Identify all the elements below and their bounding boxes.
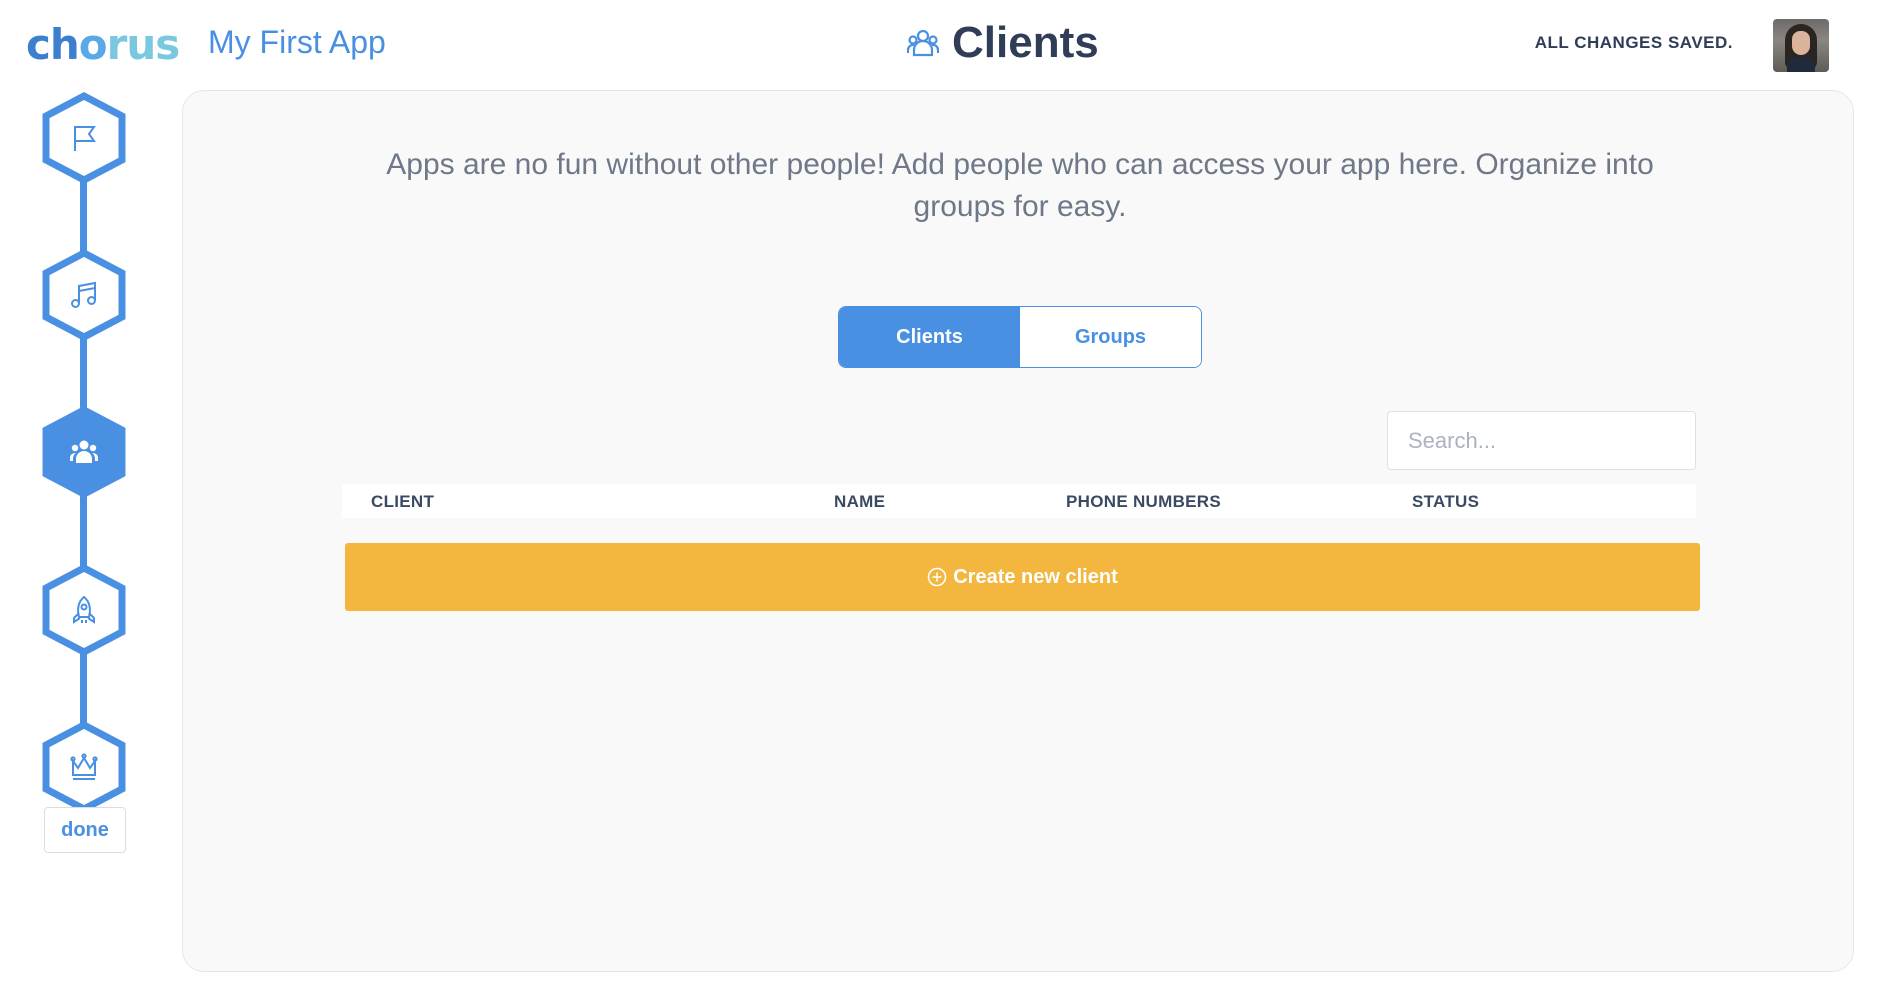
intro-text: Apps are no fun without other people! Ad… [386,148,1654,223]
rocket-icon [73,595,95,624]
logo-part: ch [26,20,80,69]
tab-groups[interactable]: Groups [1020,307,1201,367]
chorus-logo[interactable]: chorus [26,20,181,69]
plus-circle-icon [927,567,947,587]
view-toggle: Clients Groups [838,306,1202,368]
logo-part: o [78,20,108,69]
done-button[interactable]: done [44,807,126,853]
step-flag[interactable] [42,92,126,184]
logo-part: rus [106,20,181,69]
clients-icon [906,29,940,57]
create-client-label: Create new client [953,565,1118,588]
step-rocket[interactable] [42,564,126,656]
music-note-icon [71,281,96,308]
flag-icon [74,126,96,151]
app-name[interactable]: My First App [208,24,386,61]
create-client-button[interactable]: Create new client [345,543,1700,611]
user-avatar[interactable] [1773,19,1829,72]
people-icon [69,440,99,463]
column-header-client[interactable]: CLIENT [371,492,434,512]
save-status: ALL CHANGES SAVED. [1534,33,1733,52]
crown-icon [70,753,98,780]
search-input[interactable] [1387,411,1696,470]
column-header-phone-numbers[interactable]: PHONE NUMBERS [1066,492,1221,512]
step-people[interactable] [42,406,126,498]
step-music[interactable] [42,249,126,341]
column-header-name[interactable]: NAME [834,492,885,512]
tab-clients[interactable]: Clients [839,307,1020,367]
page-title-group: Clients [906,18,1099,68]
page-title: Clients [952,18,1099,67]
column-header-status[interactable]: STATUS [1412,492,1479,512]
step-crown[interactable] [42,721,126,813]
table-header: CLIENT NAME PHONE NUMBERS STATUS [342,484,1696,518]
